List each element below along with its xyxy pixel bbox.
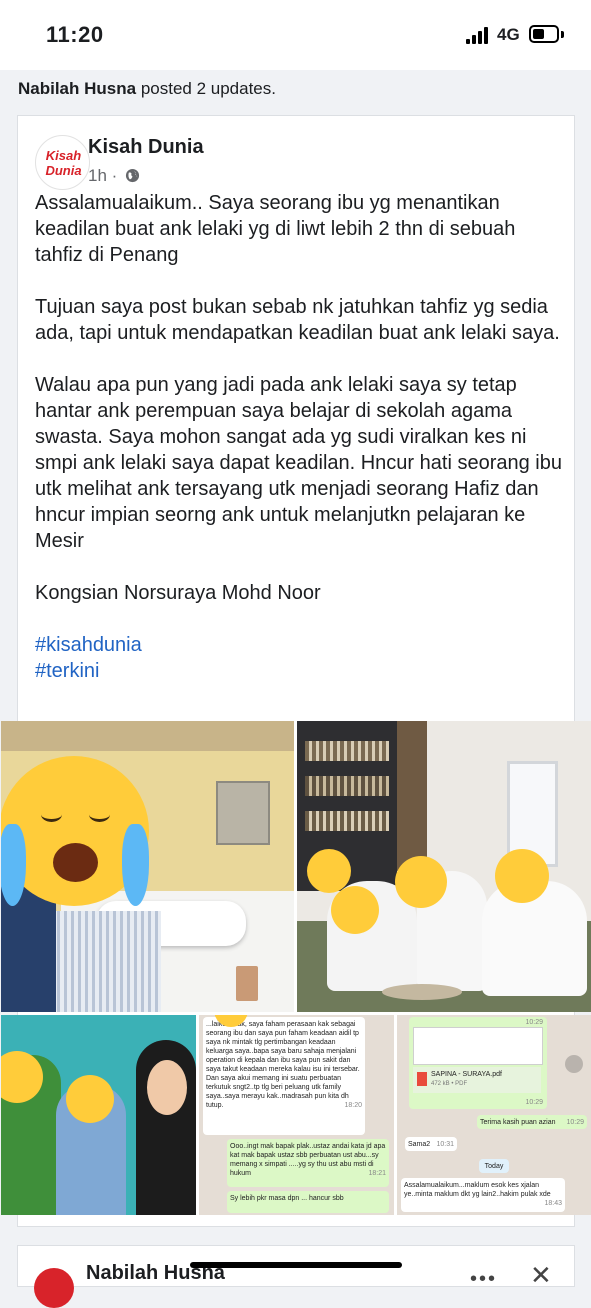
chat-message: Ooo..ingt mak bapak plak..ustaz andai ka… xyxy=(227,1139,389,1187)
photo-hospital[interactable] xyxy=(1,721,294,1012)
sleepy-emoji-sticker xyxy=(331,886,379,934)
chat-message: Sy lebih pkr masa dpn ... hancur sbb xyxy=(227,1191,389,1213)
status-time: 11:20 xyxy=(46,22,104,47)
battery-icon xyxy=(529,25,559,43)
photo-grid: ...laikum kak, saya faham perasaan kak s… xyxy=(1,721,591,1218)
logo-text-top: Kisah xyxy=(45,148,82,163)
meta-separator: · xyxy=(111,166,118,185)
sleepy-emoji-sticker xyxy=(395,856,447,908)
photo-library[interactable] xyxy=(297,721,591,1012)
hashtag-link[interactable]: #terkini xyxy=(35,658,565,684)
file-meta: 472 kB • PDF xyxy=(431,1081,468,1087)
home-indicator[interactable] xyxy=(190,1262,402,1268)
hashtag-link[interactable]: #kisahdunia xyxy=(35,632,565,658)
chat-message: ...laikum kak, saya faham perasaan kak s… xyxy=(203,1017,365,1135)
file-name: SAPINA - SURAYA.pdf xyxy=(431,1071,502,1078)
page-name[interactable]: Kisah Dunia xyxy=(88,136,204,159)
post-card: Kisah Dunia Kisah Dunia 1h · Assalamuala… xyxy=(1,115,591,1227)
photo-chat-right[interactable]: 10:29 SAPINA - SURAYA.pdf 472 kB • PDF 1… xyxy=(397,1015,591,1215)
post-meta: 1h · xyxy=(88,166,140,186)
photo-selfie[interactable] xyxy=(1,1015,196,1215)
next-post-avatar[interactable] xyxy=(34,1268,74,1308)
close-icon[interactable]: ✕ xyxy=(530,1260,552,1291)
logo-text-bottom: Dunia xyxy=(45,163,82,178)
activity-header: Nabilah Husna posted 2 updates. xyxy=(18,79,276,99)
photo-chat-left[interactable]: ...laikum kak, saya faham perasaan kak s… xyxy=(199,1015,394,1215)
status-bar: 11:20 4G xyxy=(0,0,591,70)
chat-message: Terima kasih puan azian 10:29 xyxy=(477,1115,587,1129)
chat-document: 10:29 SAPINA - SURAYA.pdf 472 kB • PDF 1… xyxy=(409,1017,547,1109)
sweat-emoji-sticker xyxy=(66,1075,114,1123)
post-paragraph: Assalamualaikum.. Saya seorang ibu yg me… xyxy=(35,192,516,266)
activity-action: posted 2 updates. xyxy=(140,79,276,98)
chat-day-label: Today xyxy=(479,1159,509,1173)
post-body: Assalamualaikum.. Saya seorang ibu yg me… xyxy=(35,190,565,684)
crying-emoji-sticker xyxy=(1,756,149,906)
sleepy-emoji-sticker xyxy=(307,849,351,893)
chat-message: Assalamualaikum...maklum esok kes xjalan… xyxy=(401,1178,565,1212)
unamused-emoji-sticker xyxy=(495,849,549,903)
globe-icon xyxy=(126,168,140,183)
chat-message: Sama2 10:31 xyxy=(405,1137,457,1151)
network-type: 4G xyxy=(497,25,520,44)
post-paragraph: Kongsian Norsuraya Mohd Noor xyxy=(35,582,321,604)
post-paragraph: Tujuan saya post bukan sebab nk jatuhkan… xyxy=(35,296,560,344)
post-time[interactable]: 1h xyxy=(88,166,107,185)
signal-icon xyxy=(466,27,490,44)
activity-author[interactable]: Nabilah Husna xyxy=(18,79,136,98)
post-paragraph: Walau apa pun yang jadi pada ank lelaki … xyxy=(35,374,562,552)
page-avatar[interactable]: Kisah Dunia xyxy=(35,135,90,190)
